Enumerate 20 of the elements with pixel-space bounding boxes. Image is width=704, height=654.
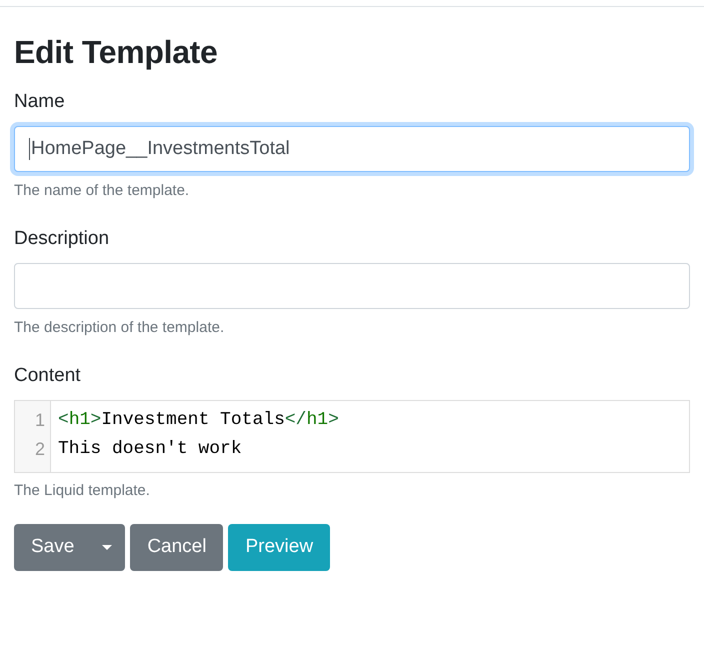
help-text: The description of the template. <box>14 318 224 338</box>
code-editor[interactable]: 1 2 <h1>Investment Totals</h1> This doesn't work <box>14 400 690 473</box>
code-line: This doesn't work <box>58 438 242 461</box>
help-text: The name of the template. <box>14 181 190 201</box>
caret-icon <box>102 545 112 550</box>
text-cursor-icon <box>29 138 30 160</box>
field-label: Name <box>14 90 65 114</box>
text-field[interactable] <box>14 263 690 309</box>
save-button[interactable]: Save <box>14 524 90 571</box>
action-button[interactable]: Preview <box>228 524 330 571</box>
field-label: Content <box>14 364 81 388</box>
page-title: Edit Template <box>14 33 218 71</box>
dropdown-toggle-button[interactable] <box>89 524 126 571</box>
code-line: <h1>Investment Totals</h1> <box>58 409 339 432</box>
action-button[interactable]: Cancel <box>130 524 224 571</box>
field-label: Description <box>14 227 110 251</box>
text-field[interactable]: HomePage__InvestmentsTotal <box>14 126 690 172</box>
line-number: 1 <box>34 409 46 432</box>
help-text: The Liquid template. <box>14 481 150 501</box>
line-number: 2 <box>34 438 46 461</box>
